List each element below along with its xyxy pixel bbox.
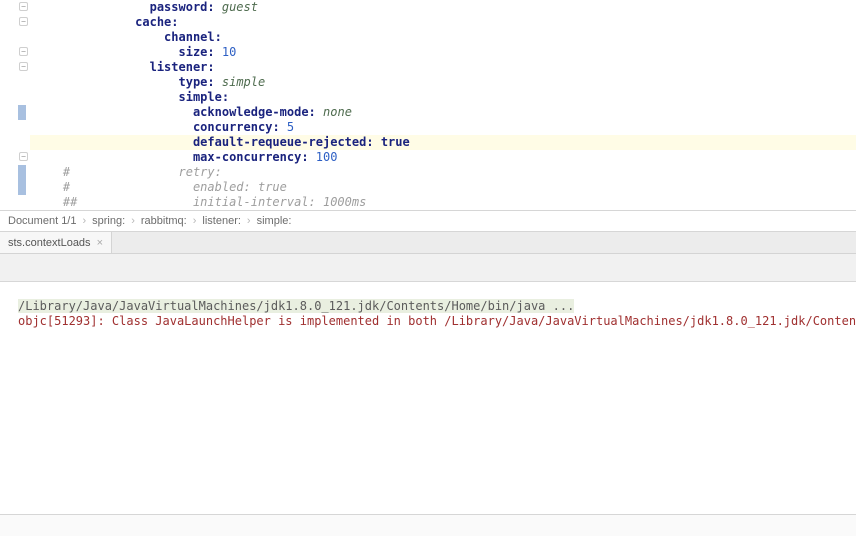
chevron-right-icon: ›	[82, 215, 86, 227]
breadcrumb-doc: Document 1/1	[8, 215, 76, 227]
chevron-right-icon: ›	[131, 215, 135, 227]
code-line[interactable]: password: guest	[30, 0, 856, 15]
code-line[interactable]: default-requeue-rejected: true	[30, 135, 856, 150]
editor-gutter: − − − − −	[0, 0, 30, 210]
code-line[interactable]: cache:	[30, 15, 856, 30]
fold-toggle-icon[interactable]: −	[19, 47, 28, 56]
fold-toggle-icon[interactable]: −	[19, 152, 28, 161]
console-command-line: /Library/Java/JavaVirtualMachines/jdk1.8…	[18, 299, 574, 313]
code-editor[interactable]: − − − − − password: guest cache: channel: si…	[0, 0, 856, 210]
breadcrumb-part[interactable]: spring:	[92, 215, 125, 227]
status-bar	[0, 514, 856, 536]
code-line[interactable]: concurrency: 5	[30, 120, 856, 135]
chevron-right-icon: ›	[247, 215, 251, 227]
console-warning-line: objc[51293]: Class JavaLaunchHelper is i…	[18, 314, 856, 329]
breadcrumb-part[interactable]: rabbitmq:	[141, 215, 187, 227]
code-line[interactable]: # retry:	[30, 165, 856, 180]
run-tab-label: sts.contextLoads	[8, 237, 91, 249]
console-output[interactable]: /Library/Java/JavaVirtualMachines/jdk1.8…	[0, 282, 856, 512]
code-line[interactable]: max-concurrency: 100	[30, 150, 856, 165]
code-line[interactable]: listener:	[30, 60, 856, 75]
close-icon[interactable]: ×	[97, 237, 103, 249]
breadcrumb-part[interactable]: simple:	[257, 215, 292, 227]
console-toolbar	[0, 254, 856, 282]
code-line[interactable]: acknowledge-mode: none	[30, 105, 856, 120]
change-marker	[18, 105, 26, 120]
code-line[interactable]: ## initial-interval: 1000ms	[30, 195, 856, 210]
fold-toggle-icon[interactable]: −	[19, 2, 28, 11]
fold-toggle-icon[interactable]: −	[19, 62, 28, 71]
change-marker	[18, 165, 26, 180]
change-marker	[18, 180, 26, 195]
chevron-right-icon: ›	[193, 215, 197, 227]
code-line[interactable]: channel:	[30, 30, 856, 45]
code-line[interactable]: size: 10	[30, 45, 856, 60]
run-tab[interactable]: sts.contextLoads ×	[0, 232, 112, 253]
fold-toggle-icon[interactable]: −	[19, 17, 28, 26]
breadcrumb-part[interactable]: listener:	[202, 215, 241, 227]
run-tabstrip: sts.contextLoads ×	[0, 232, 856, 254]
code-line[interactable]: type: simple	[30, 75, 856, 90]
code-line[interactable]: simple:	[30, 90, 856, 105]
breadcrumb: Document 1/1 › spring: › rabbitmq: › lis…	[0, 210, 856, 232]
code-line[interactable]: # enabled: true	[30, 180, 856, 195]
code-area[interactable]: password: guest cache: channel: size: 10…	[30, 0, 856, 210]
